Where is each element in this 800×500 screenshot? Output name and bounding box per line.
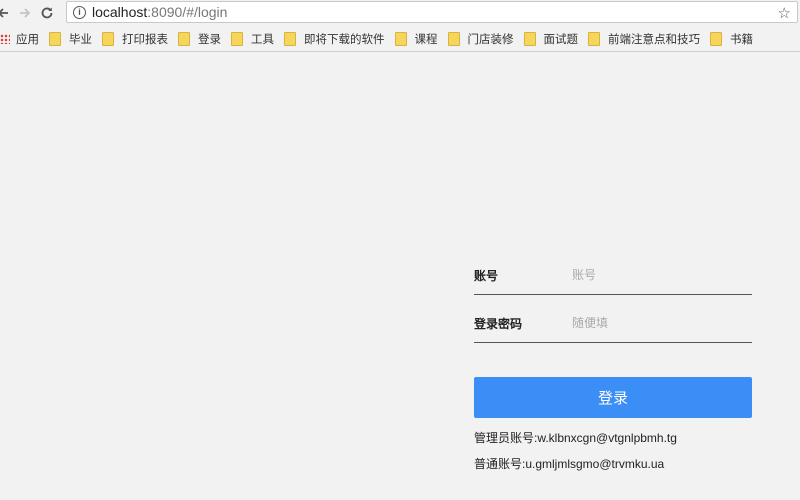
bookmark-label: 登录: [198, 34, 221, 46]
apps-grid-icon: [0, 34, 10, 44]
folder-icon: [178, 32, 190, 46]
info-icon[interactable]: i: [73, 5, 86, 19]
account-label: 账号: [474, 268, 499, 283]
bookmark-folder[interactable]: 课程: [394, 31, 438, 47]
arrow-right-icon: [20, 8, 31, 18]
login-button[interactable]: 登录: [474, 377, 752, 418]
password-label: 登录密码: [474, 316, 523, 331]
forward-button[interactable]: [14, 2, 36, 24]
bookmark-folder[interactable]: 书籍: [710, 31, 753, 47]
arrow-left-icon: [0, 8, 8, 18]
folder-icon: [231, 32, 243, 46]
bookmark-folder[interactable]: 前端注意点和技巧: [588, 31, 700, 47]
folder-icon: [284, 32, 296, 46]
bookmark-folder[interactable]: 工具: [231, 31, 274, 47]
reload-button[interactable]: [36, 2, 58, 24]
bookmark-label: 书籍: [730, 34, 753, 46]
account-input[interactable]: [572, 268, 742, 282]
folder-icon: [588, 32, 600, 46]
user-account-hint: 普通账号:u.gmljmlsgmo@trvmku.ua: [474, 457, 665, 471]
folder-icon: [447, 32, 460, 46]
bookmark-label: 门店装修: [467, 34, 514, 46]
account-field-row: 账号: [474, 256, 752, 295]
folder-icon: [394, 32, 407, 46]
bookmark-label: 前端注意点和技巧: [608, 34, 700, 46]
bookmark-label: 应用: [16, 34, 39, 46]
login-form: 账号 登录密码: [474, 256, 752, 343]
bookmark-apps[interactable]: 应用: [0, 31, 39, 47]
star-icon[interactable]: ☆: [778, 4, 791, 22]
browser-toolbar: i localhost:8090/#/login ☆: [0, 0, 800, 26]
bookmark-label: 即将下载的软件: [304, 34, 385, 46]
password-input[interactable]: [572, 316, 742, 330]
bookmark-label: 毕业: [69, 34, 92, 46]
folder-icon: [523, 32, 536, 46]
back-button[interactable]: [0, 2, 14, 24]
bookmark-folder[interactable]: 登录: [178, 31, 221, 47]
bookmark-label: 课程: [414, 34, 438, 46]
bookmark-label: 面试题: [543, 34, 579, 46]
bookmark-folder[interactable]: 打印报表: [102, 31, 168, 47]
password-field-row: 登录密码: [474, 304, 752, 343]
folder-icon: [710, 32, 722, 46]
bookmark-label: 打印报表: [122, 34, 168, 46]
url-text: localhost:8090/#/login: [92, 4, 228, 20]
bookmarks-bar: 应用 毕业 打印报表 登录 工具 即将下载的软件 课程 门店装修 面试题 前端注…: [0, 27, 800, 52]
bookmark-folder[interactable]: 毕业: [49, 31, 92, 47]
folder-icon: [102, 32, 114, 46]
reload-icon: [41, 7, 53, 19]
address-bar[interactable]: i localhost:8090/#/login ☆: [66, 1, 798, 23]
bookmark-folder[interactable]: 即将下载的软件: [284, 31, 385, 47]
folder-icon: [49, 32, 61, 46]
bookmark-folder[interactable]: 面试题: [523, 31, 579, 47]
bookmark-label: 工具: [251, 34, 274, 46]
admin-account-hint: 管理员账号:w.klbnxcgn@vtgnlpbmh.tg: [474, 431, 677, 445]
bookmark-folder[interactable]: 门店装修: [447, 31, 514, 47]
